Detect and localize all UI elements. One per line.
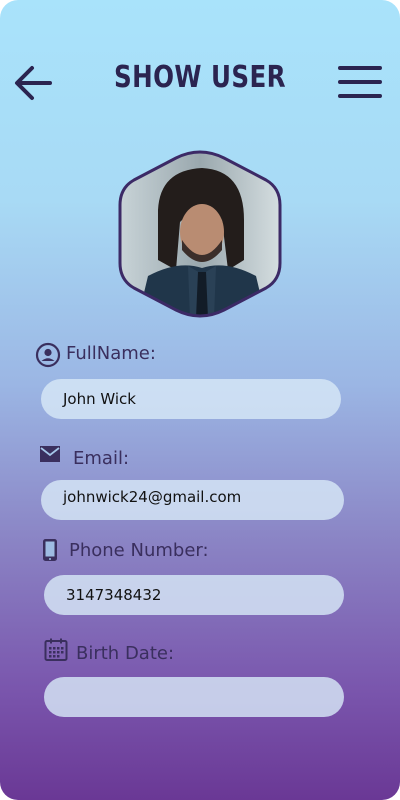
mobile-phone-icon bbox=[43, 539, 57, 561]
top-bar: SHOW USER bbox=[0, 52, 400, 112]
page-title: SHOW USER bbox=[113, 60, 287, 95]
hamburger-menu-icon bbox=[338, 66, 382, 98]
email-field[interactable]: johnwick24@gmail.com bbox=[41, 480, 344, 520]
birth-date-field[interactable] bbox=[44, 677, 344, 717]
fullname-field[interactable]: John Wick bbox=[41, 379, 341, 419]
birth-date-label: Birth Date: bbox=[76, 643, 175, 664]
menu-button[interactable] bbox=[336, 64, 384, 100]
calendar-icon bbox=[44, 638, 68, 661]
phone-field[interactable]: 3147348432 bbox=[44, 575, 344, 615]
phone-label: Phone Number: bbox=[69, 540, 209, 561]
user-circle-icon bbox=[35, 342, 61, 368]
envelope-icon bbox=[40, 446, 60, 462]
user-avatar bbox=[118, 150, 282, 318]
email-label: Email: bbox=[73, 448, 130, 469]
fullname-label: FullName: bbox=[66, 343, 156, 364]
show-user-screen: SHOW USER FullName: John Wick Email: joh… bbox=[0, 0, 400, 800]
